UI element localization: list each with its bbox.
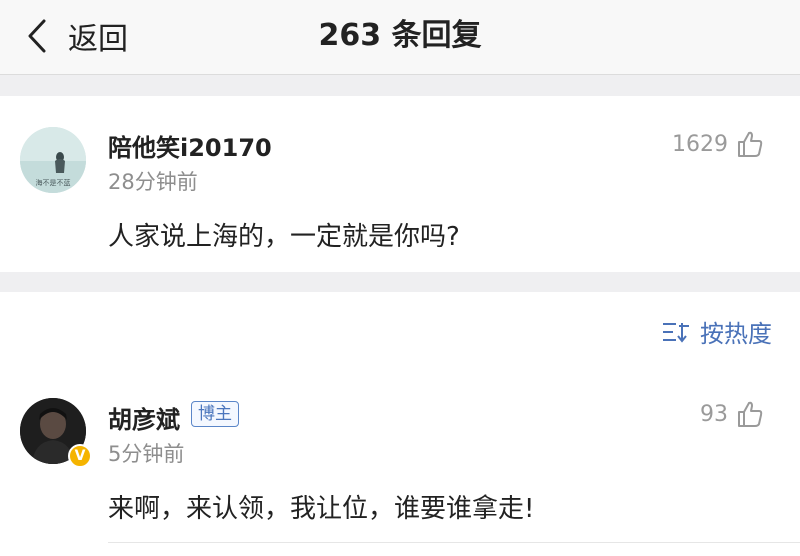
divider (108, 542, 800, 543)
like-button[interactable]: 93 (700, 400, 764, 428)
page-title: 263 条回复 (318, 18, 482, 53)
replies-card: 按热度 V 胡彦斌 博主 5分钟前 来啊，来认领，我让位，谁要谁拿走! 93 (0, 292, 800, 556)
sort-icon (662, 321, 700, 343)
verified-badge: V (68, 444, 92, 468)
like-button[interactable]: 1629 (672, 130, 764, 158)
avatar[interactable]: 海不是不蓝 (20, 127, 86, 193)
thumbs-up-icon (736, 400, 764, 428)
author-badge: 博主 (191, 401, 239, 427)
top-nav-bar: 返回 263 条回复 (0, 0, 800, 75)
main-comment-card: 海不是不蓝 陪他笑i20170 28分钟前 人家说上海的，一定就是你吗? 162… (0, 96, 800, 272)
sort-by-hot-button[interactable]: 按热度 (662, 314, 772, 349)
comment-text: 人家说上海的，一定就是你吗? (108, 222, 460, 252)
like-count: 1629 (672, 131, 728, 157)
username[interactable]: 陪他笑i20170 (108, 128, 272, 163)
username[interactable]: 胡彦斌 (108, 400, 180, 435)
avatar[interactable]: V (20, 398, 92, 468)
thumbs-up-icon (736, 130, 764, 158)
reply-text: 来啊，来认领，我让位，谁要谁拿走! (108, 494, 535, 524)
sort-label: 按热度 (700, 320, 772, 348)
svg-text:海不是不蓝: 海不是不蓝 (36, 178, 71, 187)
timestamp: 5分钟前 (108, 442, 185, 466)
timestamp: 28分钟前 (108, 170, 198, 194)
like-count: 93 (700, 401, 728, 427)
